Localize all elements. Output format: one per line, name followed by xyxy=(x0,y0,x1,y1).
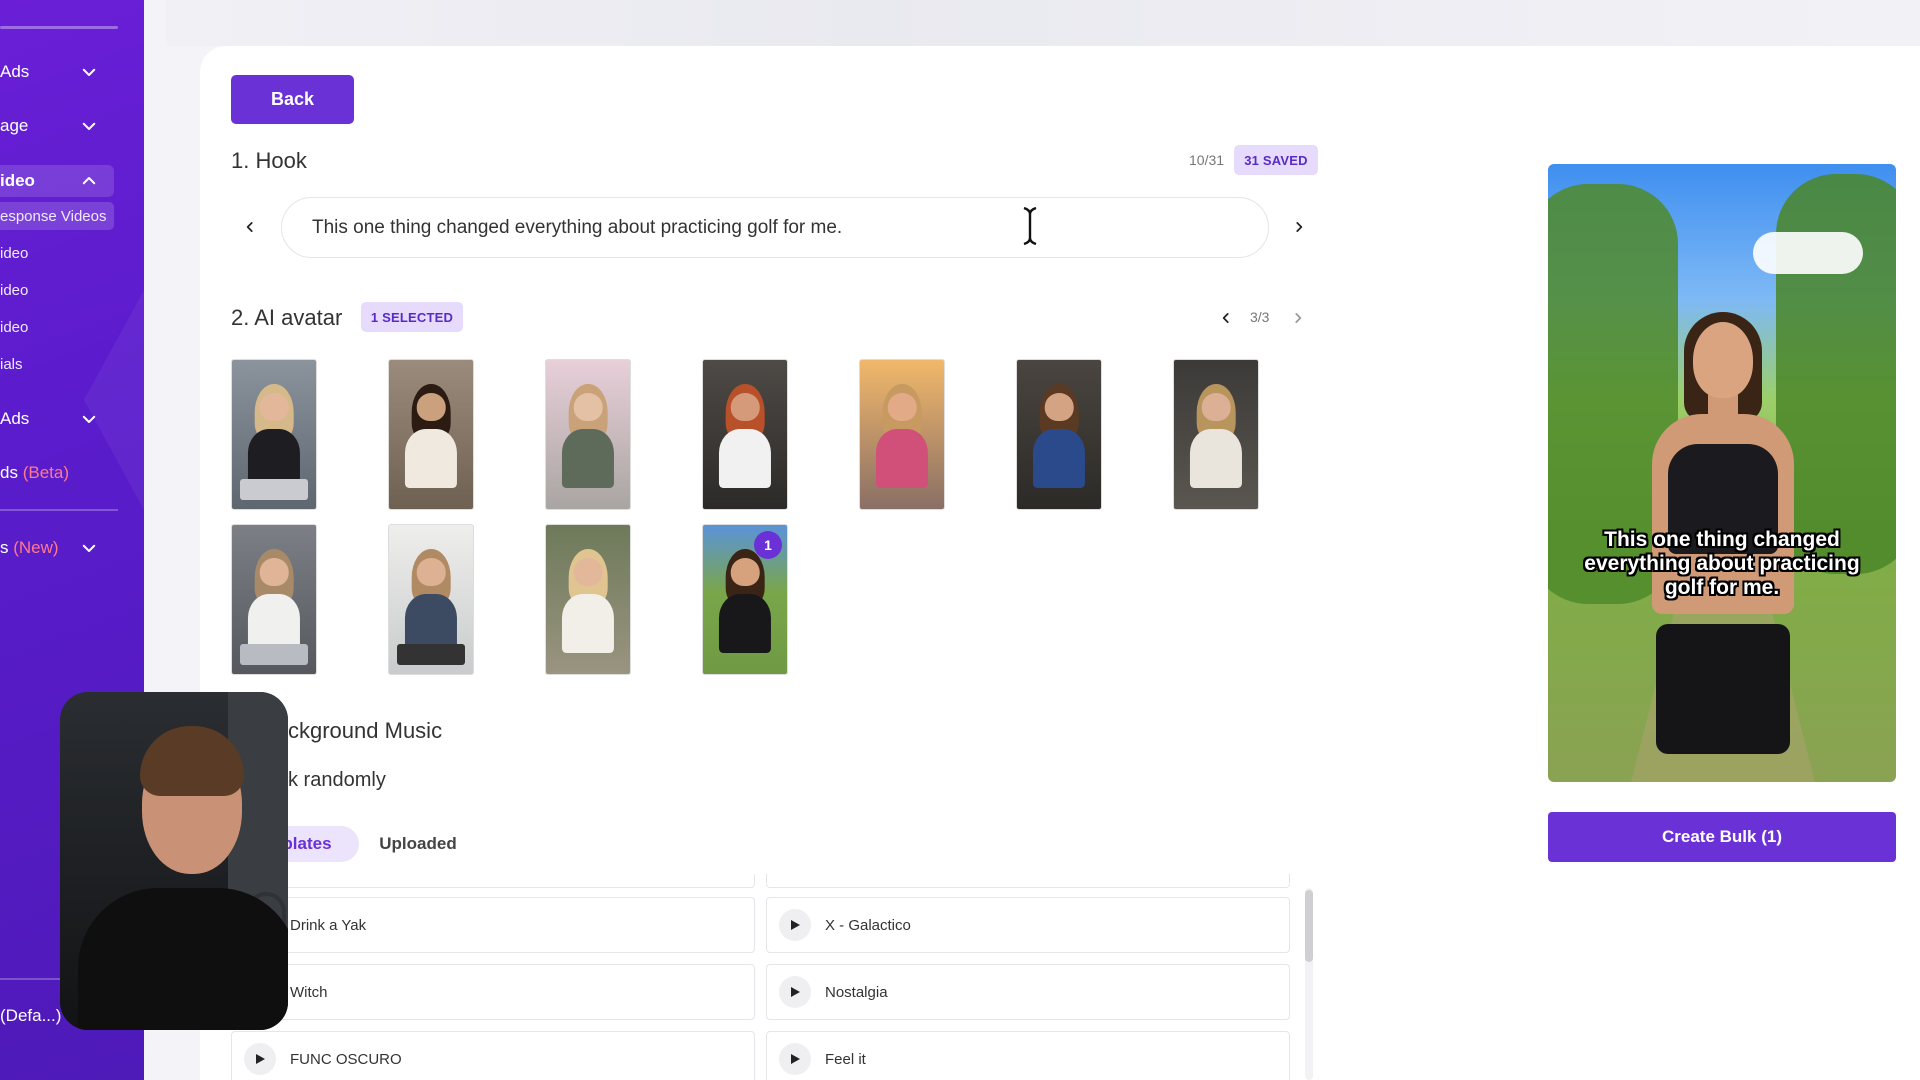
sidebar-item-label: ideo xyxy=(0,171,35,190)
top-bar-background xyxy=(166,0,1920,46)
selected-badge: 1 SELECTED xyxy=(361,302,463,332)
sidebar-item-ads[interactable]: Ads xyxy=(0,56,114,88)
sidebar-item-label: Ads xyxy=(0,409,30,428)
hook-text: This one thing changed everything about … xyxy=(312,216,843,238)
sidebar-subitem-label: ideo xyxy=(0,282,29,299)
play-button[interactable] xyxy=(779,976,811,1008)
chevron-down-icon xyxy=(82,68,96,76)
avatar-thumbnail-11-selected[interactable]: 1 xyxy=(702,524,788,675)
track-name: Feel it xyxy=(825,1050,866,1068)
sidebar-subitem-video-2[interactable]: ideo xyxy=(0,282,28,299)
play-button[interactable] xyxy=(244,1043,276,1075)
sidebar-item-label: age xyxy=(0,116,29,135)
chevron-right-icon xyxy=(1296,222,1303,232)
video-preview: This one thing changed everything about … xyxy=(1548,164,1896,782)
avatar-thumbnail-1[interactable] xyxy=(231,359,317,510)
sidebar-item-image[interactable]: age xyxy=(0,110,114,142)
music-list-scrollbar-thumb[interactable] xyxy=(1305,890,1313,962)
sidebar-subitem-response-videos[interactable]: esponse Videos xyxy=(0,202,114,230)
track-name: Drink a Yak xyxy=(290,916,367,934)
play-icon xyxy=(791,1054,800,1064)
avatar-thumbnail-2[interactable] xyxy=(388,359,474,510)
sidebar-item-label: s xyxy=(0,538,9,557)
hook-prev-button[interactable] xyxy=(238,215,262,239)
play-icon xyxy=(791,987,800,997)
sidebar-item-label: ds xyxy=(0,463,18,482)
avatar-thumbnail-8[interactable] xyxy=(231,524,317,675)
new-tag: (New) xyxy=(13,538,59,557)
avatar-thumbnail-10[interactable] xyxy=(545,524,631,675)
beta-tag: (Beta) xyxy=(22,463,69,482)
webcam-overlay xyxy=(60,692,288,1030)
workspace-label: (Defa...) xyxy=(0,1006,62,1025)
tab-uploaded[interactable]: Uploaded xyxy=(366,826,470,862)
avatar-thumbnail-9[interactable] xyxy=(388,524,474,675)
avatar-section-title: 2. AI avatar xyxy=(231,305,343,330)
sidebar-subitem-video-3[interactable]: ideo xyxy=(0,319,28,336)
avatar-thumbnail-5[interactable] xyxy=(859,359,945,510)
sidebar-divider xyxy=(0,509,118,511)
preview-caption: This one thing changed everything about … xyxy=(1584,528,1860,599)
hook-counter: 10/31 xyxy=(1189,152,1225,168)
avatar-next-page-button[interactable] xyxy=(1286,306,1310,330)
sidebar-item-beta[interactable]: ds (Beta) xyxy=(0,457,114,489)
play-button[interactable] xyxy=(779,1043,811,1075)
sidebar-subitem-label: ideo xyxy=(0,319,29,336)
track-row[interactable]: Nostalgia xyxy=(766,964,1290,1020)
track-row-partial xyxy=(231,874,755,888)
avatar-prev-page-button[interactable] xyxy=(1214,306,1238,330)
sidebar-item-ads-2[interactable]: Ads xyxy=(0,403,114,435)
chevron-down-icon xyxy=(82,544,96,552)
hook-text-input[interactable]: This one thing changed everything about … xyxy=(281,197,1269,258)
sidebar-item-label: Ads xyxy=(0,62,30,81)
saved-badge: 31 SAVED xyxy=(1234,145,1318,175)
sidebar-subitem-testimonials[interactable]: ials xyxy=(0,356,23,373)
track-row[interactable]: FUNC OSCURO xyxy=(231,1031,755,1080)
track-name: FUNC OSCURO xyxy=(290,1050,402,1068)
selection-number-badge: 1 xyxy=(754,531,782,559)
sidebar-subitem-label: ials xyxy=(0,356,23,373)
chevron-left-icon xyxy=(1222,313,1229,323)
play-icon xyxy=(791,920,800,930)
play-icon xyxy=(256,1054,265,1064)
hook-next-button[interactable] xyxy=(1287,215,1311,239)
track-row-partial xyxy=(766,874,1290,888)
sidebar-subitem-video-1[interactable]: ideo xyxy=(0,245,28,262)
track-name: Witch xyxy=(290,983,328,1001)
chevron-down-icon xyxy=(82,415,96,423)
avatar-pager: 3/3 xyxy=(1250,309,1270,325)
chevron-up-icon xyxy=(82,177,96,185)
track-name: X - Galactico xyxy=(825,916,911,934)
hook-section-title: 1. Hook xyxy=(231,148,307,173)
track-row[interactable]: Drink a Yak xyxy=(231,897,755,953)
sidebar-subitem-label: ideo xyxy=(0,245,29,262)
text-cursor-icon xyxy=(1023,206,1037,246)
avatar-thumbnail-6[interactable] xyxy=(1016,359,1102,510)
pick-randomly-option[interactable]: k randomly xyxy=(288,769,386,792)
sidebar-item-video[interactable]: ideo xyxy=(0,165,114,197)
chevron-right-icon xyxy=(1295,313,1302,323)
sidebar-subitem-label: esponse Videos xyxy=(0,207,107,225)
sidebar-top-divider xyxy=(0,26,118,29)
avatar-thumbnail-7[interactable] xyxy=(1173,359,1259,510)
background-music-title: ckground Music xyxy=(288,718,443,743)
back-button[interactable]: Back xyxy=(231,75,354,124)
chevron-left-icon xyxy=(246,222,253,232)
track-row[interactable]: Feel it xyxy=(766,1031,1290,1080)
avatar-thumbnail-4[interactable] xyxy=(702,359,788,510)
sidebar-item-new[interactable]: s (New) xyxy=(0,532,114,564)
play-button[interactable] xyxy=(779,909,811,941)
chevron-down-icon xyxy=(82,122,96,130)
track-name: Nostalgia xyxy=(825,983,888,1001)
track-row[interactable]: X - Galactico xyxy=(766,897,1290,953)
create-bulk-button[interactable]: Create Bulk (1) xyxy=(1548,812,1896,862)
track-row[interactable]: Witch xyxy=(231,964,755,1020)
avatar-thumbnail-3[interactable] xyxy=(545,359,631,510)
